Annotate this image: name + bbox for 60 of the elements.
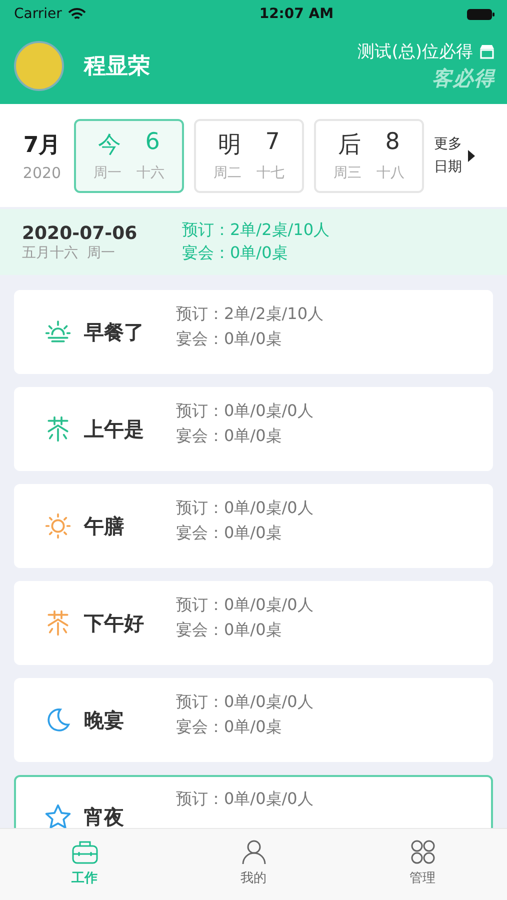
tab[interactable]: 管理 (382, 839, 462, 900)
booking-info: 预订：2单/2桌/10人 (176, 304, 324, 325)
lunar-date: 十六 (136, 164, 164, 182)
day-number: 8 (385, 129, 400, 157)
meal-name: 下午好 (84, 610, 145, 636)
booking-info: 预订：0单/0桌/0人 (176, 595, 314, 616)
meal-name: 上午是 (84, 416, 145, 442)
booking-summary: 预订：2单/2桌/10人 (182, 220, 330, 241)
weekday-label: 周一 (94, 164, 122, 182)
banquet-info: 宴会：0单/0桌 (176, 717, 283, 738)
month-label: 7月 (23, 132, 61, 160)
grid-icon (410, 839, 436, 865)
avatar[interactable] (14, 41, 64, 91)
meal-card[interactable]: 下午好 预订：0单/0桌/0人 宴会：0单/0桌 (14, 581, 493, 665)
booking-info: 预订：0单/0桌/0人 (176, 789, 314, 810)
year-label: 2020 (22, 164, 62, 182)
status-time: 12:07 AM (259, 6, 334, 22)
battery-icon (466, 8, 495, 20)
banquet-info: 宴会：0单/0桌 (176, 329, 283, 350)
meal-card[interactable]: 上午是 预订：0单/0桌/0人 宴会：0单/0桌 (14, 387, 493, 471)
meal-card[interactable]: 午膳 预订：0单/0桌/0人 宴会：0单/0桌 (14, 484, 493, 568)
meal-name: 早餐了 (84, 318, 145, 346)
banquet-info: 宴会：0单/0桌 (176, 620, 283, 641)
banquet-summary: 宴会：0单/0桌 (182, 243, 289, 264)
day-number: 7 (265, 129, 280, 157)
meal-card[interactable]: 晚宴 预订：0单/0桌/0人 宴会：0单/0桌 (14, 678, 493, 762)
wifi-icon (68, 8, 86, 20)
meal-card[interactable]: 宵夜 预订：0单/0桌/0人 (14, 775, 493, 828)
more-dates-button[interactable]: 更多 日期 (434, 133, 475, 178)
store-icon[interactable] (479, 44, 495, 59)
day-number: 6 (145, 129, 160, 157)
day-label: 后 (338, 131, 362, 160)
person-icon (240, 839, 266, 865)
day-card[interactable]: 明 7 周二 十七 (194, 118, 304, 192)
meal-name: 宵夜 (84, 804, 125, 828)
caret-icon (468, 150, 475, 162)
summary-date: 2020-07-06 (22, 222, 138, 244)
meal-card[interactable]: 早餐了 预订：2单/2桌/10人 宴会：0单/0桌 (14, 290, 493, 374)
weekday-label: 周二 (214, 164, 242, 182)
day-card[interactable]: 后 8 周三 十八 (314, 118, 424, 192)
banquet-info: 宴会：0单/0桌 (176, 426, 283, 447)
booking-info: 预订：0单/0桌/0人 (176, 692, 314, 713)
meal-name: 午膳 (84, 512, 125, 540)
star-icon (44, 803, 72, 828)
sun-icon (44, 512, 72, 540)
day-label: 今 (98, 131, 122, 160)
lunar-date: 十八 (376, 164, 404, 182)
user-name: 程显荣 (84, 53, 150, 81)
tab[interactable]: 我的 (214, 839, 294, 900)
meal-name: 晚宴 (84, 706, 125, 734)
booking-info: 预订：0单/0桌/0人 (176, 498, 314, 519)
logo: 客必得 (432, 65, 495, 92)
summary-lunar-date: 五月十六 周一 (22, 244, 116, 262)
booking-info: 预订：0单/0桌/0人 (176, 401, 314, 422)
weekday-label: 周三 (334, 164, 362, 182)
carrier-label: Carrier (14, 6, 62, 22)
lunar-date: 十七 (256, 164, 284, 182)
banquet-info: 宴会：0单/0桌 (176, 523, 283, 544)
briefcase-icon (70, 839, 98, 865)
day-label: 明 (218, 131, 242, 160)
